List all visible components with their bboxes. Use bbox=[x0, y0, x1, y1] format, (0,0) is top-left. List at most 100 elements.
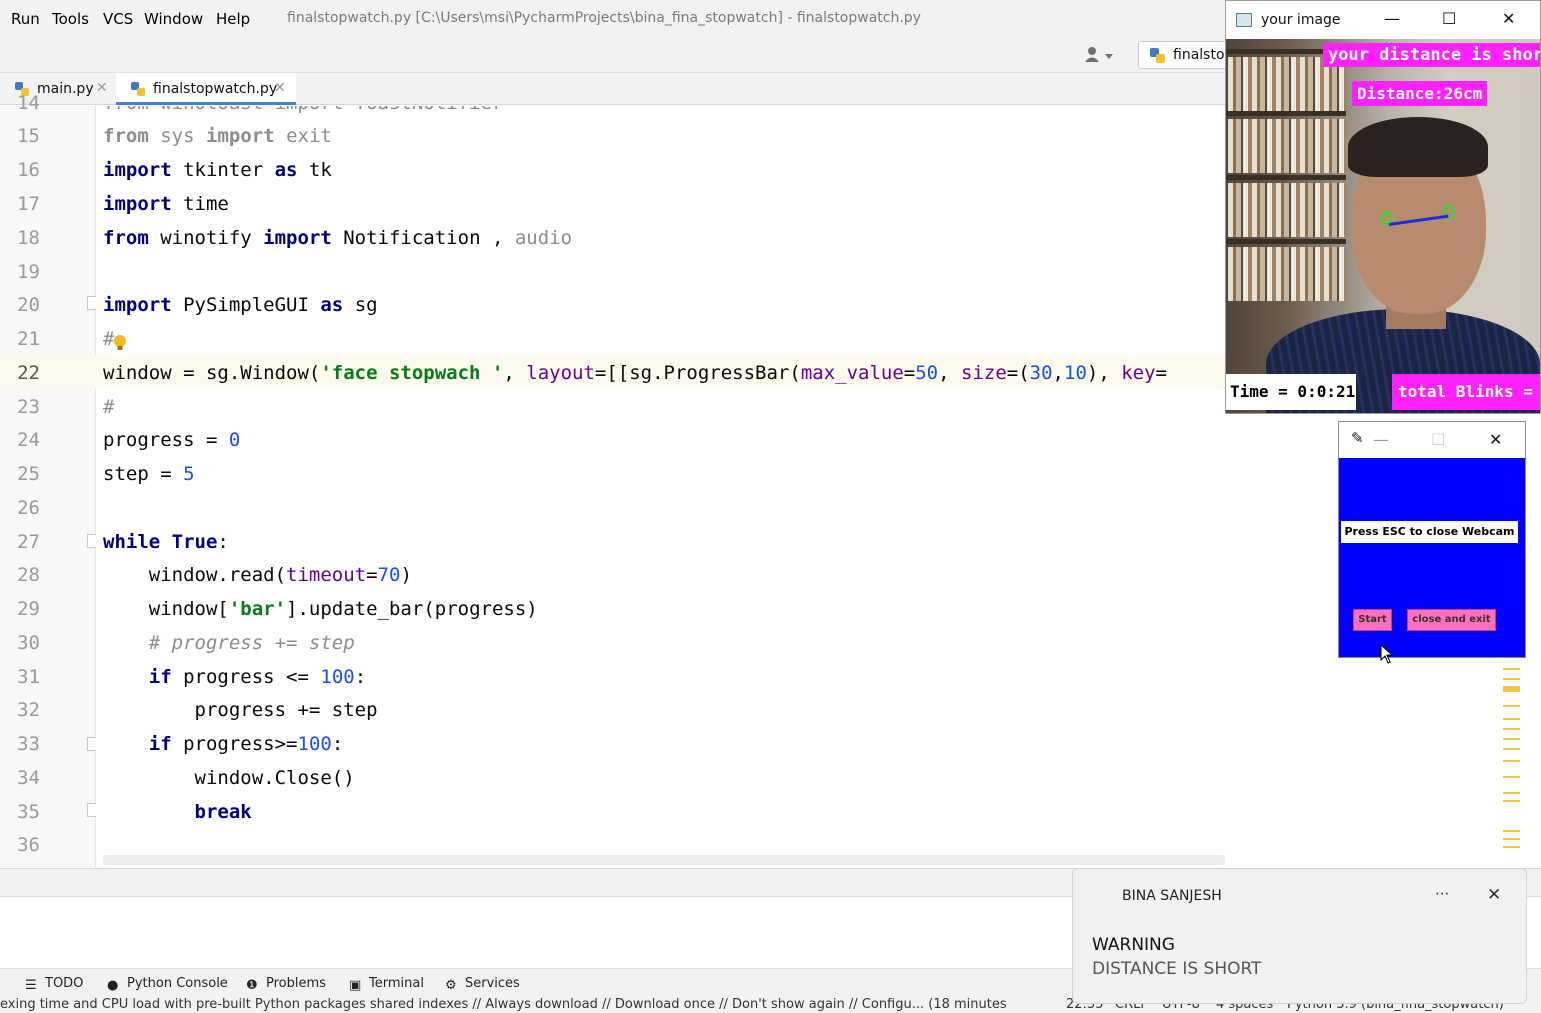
code-line[interactable]: break bbox=[103, 801, 252, 823]
line-number-gutter: 14 15 16 17 18 19 20 21 22 23 24 25 26 2… bbox=[0, 92, 96, 868]
tk-window-body: Press ESC to close Webcam Start close an… bbox=[1339, 458, 1525, 657]
line-number: 25 bbox=[17, 463, 40, 485]
tool-window-terminal[interactable]: ▣ Terminal bbox=[349, 976, 424, 993]
code-line[interactable]: if progress <= 100: bbox=[103, 666, 366, 688]
line-number: 20 bbox=[17, 294, 40, 316]
error-stripe-marker[interactable] bbox=[1503, 668, 1520, 670]
code-line[interactable]: from sys import exit bbox=[103, 125, 332, 147]
line-number: 30 bbox=[17, 632, 40, 654]
line-number: 24 bbox=[17, 429, 40, 451]
line-number: 27 bbox=[17, 531, 40, 553]
code-editor[interactable]: from winotoast import ToastNotifier from… bbox=[96, 106, 1225, 868]
start-button[interactable]: Start bbox=[1353, 609, 1392, 631]
error-stripe-marker[interactable] bbox=[1503, 760, 1520, 762]
error-stripe-marker[interactable] bbox=[1503, 678, 1520, 680]
error-stripe-marker[interactable] bbox=[1503, 800, 1520, 802]
code-line[interactable]: import time bbox=[103, 193, 229, 215]
tool-window-services[interactable]: ⚙ Services bbox=[445, 976, 520, 993]
toast-message: DISTANCE IS SHORT bbox=[1092, 959, 1262, 979]
error-stripe-marker[interactable] bbox=[1503, 748, 1520, 750]
blinks-overlay: total Blinks = 5 bbox=[1392, 374, 1540, 410]
code-line[interactable]: import tkinter as tk bbox=[103, 159, 332, 181]
feather-icon: ✎ bbox=[1351, 429, 1364, 447]
tab-label: main.py bbox=[37, 81, 94, 97]
line-number: 14 bbox=[17, 92, 40, 114]
line-number: 21 bbox=[17, 328, 40, 350]
line-number: 23 bbox=[17, 396, 40, 418]
close-tab-icon[interactable]: ✕ bbox=[96, 80, 108, 96]
line-number-current: 22 bbox=[17, 362, 40, 384]
code-line[interactable]: progress = 0 bbox=[103, 429, 240, 451]
code-line[interactable]: while True: bbox=[103, 531, 229, 553]
maximize-icon[interactable]: ☐ bbox=[1431, 430, 1445, 449]
tool-window-problems[interactable]: ❶ Problems bbox=[246, 976, 326, 993]
maximize-icon[interactable]: ☐ bbox=[1442, 9, 1456, 28]
code-line[interactable]: window.Close() bbox=[103, 767, 355, 789]
line-number: 36 bbox=[17, 834, 40, 856]
status-message[interactable]: exing time and CPU load with pre-built P… bbox=[0, 997, 1030, 1012]
terminal-icon: ▣ bbox=[349, 978, 362, 993]
menu-help[interactable]: Help bbox=[216, 10, 250, 28]
line-number: 33 bbox=[17, 733, 40, 755]
line-number: 26 bbox=[17, 497, 40, 519]
line-number: 17 bbox=[17, 193, 40, 215]
bookshelf bbox=[1226, 111, 1346, 116]
error-stripe-marker[interactable] bbox=[1503, 728, 1520, 730]
menu-vcs[interactable]: VCS bbox=[103, 10, 133, 28]
error-stripe-marker[interactable] bbox=[1503, 705, 1520, 707]
code-line[interactable]: # progress += step bbox=[103, 632, 355, 654]
minimize-icon[interactable]: — bbox=[1373, 430, 1389, 449]
more-options-icon[interactable]: ··· bbox=[1435, 885, 1449, 903]
books bbox=[1228, 183, 1346, 237]
webcam-title-bar[interactable]: your image — ☐ ✕ bbox=[1226, 1, 1540, 39]
user-account-icon[interactable] bbox=[1083, 45, 1115, 65]
mouse-cursor-icon bbox=[1380, 644, 1394, 664]
error-stripe-marker[interactable] bbox=[1503, 686, 1520, 692]
tk-title-bar[interactable]: ✎ — ☐ ✕ bbox=[1339, 422, 1525, 458]
books bbox=[1228, 119, 1346, 173]
error-stripe-marker[interactable] bbox=[1503, 830, 1520, 832]
tool-window-todo[interactable]: ☰ TODO bbox=[25, 976, 83, 993]
code-line[interactable]: from winotoast import ToastNotifier bbox=[103, 106, 503, 114]
code-line[interactable]: window['bar'].update_bar(progress) bbox=[103, 598, 538, 620]
code-line[interactable]: if progress>=100: bbox=[103, 733, 344, 755]
close-icon[interactable]: ✕ bbox=[1502, 9, 1515, 28]
minimize-icon[interactable]: — bbox=[1384, 9, 1400, 28]
close-icon[interactable]: ✕ bbox=[1487, 885, 1501, 905]
line-number: 15 bbox=[17, 125, 40, 147]
code-line[interactable]: step = 5 bbox=[103, 463, 195, 485]
code-line[interactable]: # bbox=[103, 396, 114, 418]
code-line[interactable]: from winotify import Notification , audi… bbox=[103, 227, 572, 249]
menu-tools[interactable]: Tools bbox=[52, 10, 89, 28]
esc-instruction-label: Press ESC to close Webcam bbox=[1341, 521, 1518, 543]
python-console-icon: ● bbox=[107, 978, 119, 993]
code-line[interactable]: window.read(timeout=70) bbox=[103, 564, 412, 586]
code-line[interactable]: import PySimpleGUI as sg bbox=[103, 294, 378, 316]
error-stripe-marker[interactable] bbox=[1503, 838, 1520, 840]
tool-window-python-console[interactable]: ● Python Console bbox=[107, 976, 228, 993]
toast-notification[interactable]: BINA SANJESH ··· ✕ WARNING DISTANCE IS S… bbox=[1072, 868, 1527, 1004]
menu-window[interactable]: Window bbox=[144, 10, 203, 28]
code-line[interactable]: progress += step bbox=[103, 699, 378, 721]
error-stripe-marker[interactable] bbox=[1503, 738, 1520, 740]
error-stripe-marker[interactable] bbox=[1503, 718, 1520, 720]
error-stripe-marker[interactable] bbox=[1503, 846, 1520, 848]
services-icon: ⚙ bbox=[445, 978, 457, 993]
error-stripe-marker[interactable] bbox=[1503, 792, 1520, 794]
list-icon: ☰ bbox=[25, 978, 37, 993]
python-file-icon bbox=[1150, 48, 1165, 63]
lightbulb-icon[interactable] bbox=[113, 334, 127, 352]
code-line-current[interactable]: window = sg.Window('face stopwach ', lay… bbox=[103, 362, 1167, 384]
close-and-exit-button[interactable]: close and exit bbox=[1407, 609, 1496, 631]
error-stripe-marker[interactable] bbox=[1503, 776, 1520, 778]
toast-title: WARNING bbox=[1092, 935, 1175, 955]
app-window-icon bbox=[1236, 13, 1252, 27]
close-tab-icon[interactable]: ✕ bbox=[274, 80, 286, 96]
tab-finalstopwatch-py[interactable]: finalstopwatch.py ✕ bbox=[116, 73, 296, 105]
books bbox=[1228, 247, 1346, 301]
close-icon[interactable]: ✕ bbox=[1489, 430, 1502, 449]
line-number: 19 bbox=[17, 261, 40, 283]
horizontal-scrollbar[interactable] bbox=[103, 855, 1225, 865]
menu-run[interactable]: Run bbox=[11, 10, 40, 28]
line-number: 35 bbox=[17, 801, 40, 823]
